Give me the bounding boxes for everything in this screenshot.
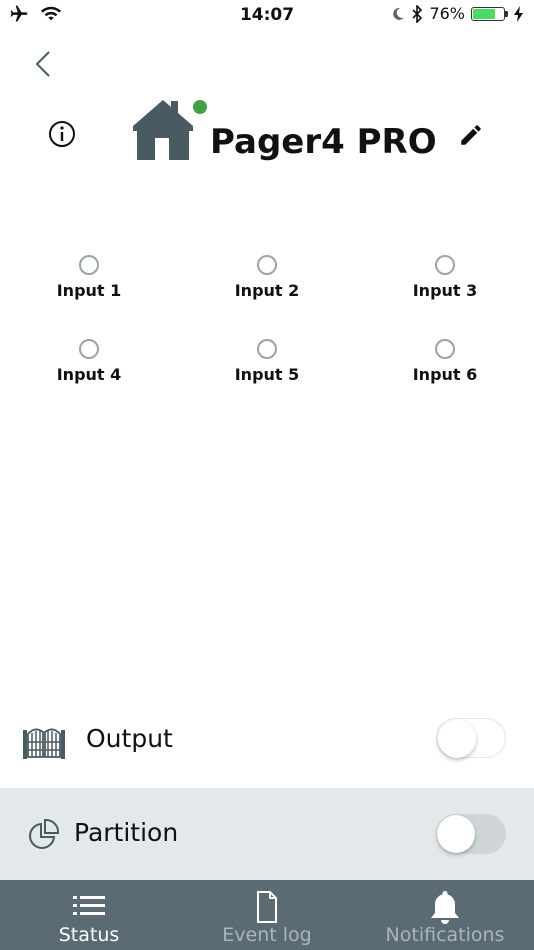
input-label: Input 1 bbox=[56, 281, 122, 300]
partition-label: Partition bbox=[74, 818, 179, 847]
battery-fill bbox=[473, 8, 495, 19]
pie-chart-icon bbox=[29, 818, 60, 849]
status-bar: 14:07 76% bbox=[0, 0, 534, 30]
output-toggle[interactable] bbox=[436, 718, 506, 758]
tab-bar: Status Event log Notifications bbox=[0, 880, 534, 950]
input-item-6[interactable]: Input 6 bbox=[385, 339, 505, 384]
input-state-indicator bbox=[79, 255, 99, 275]
tab-label: Status bbox=[58, 924, 120, 946]
output-label: Output bbox=[86, 724, 173, 753]
input-state-indicator bbox=[257, 339, 277, 359]
gate-icon bbox=[23, 728, 65, 759]
house-icon bbox=[133, 100, 193, 160]
battery-percent: 76% bbox=[429, 4, 465, 23]
back-chevron-icon[interactable] bbox=[30, 48, 58, 80]
moon-icon bbox=[393, 7, 405, 20]
pencil-edit-icon[interactable] bbox=[458, 122, 484, 148]
list-icon bbox=[73, 896, 105, 915]
status-right: 76% bbox=[391, 4, 524, 23]
online-status-dot bbox=[193, 100, 207, 114]
info-icon[interactable] bbox=[48, 120, 76, 148]
tab-notifications[interactable]: Notifications bbox=[356, 880, 534, 950]
input-item-3[interactable]: Input 3 bbox=[385, 255, 505, 300]
bluetooth-icon bbox=[412, 4, 423, 23]
partition-row: Partition bbox=[0, 788, 534, 880]
input-label: Input 5 bbox=[234, 365, 300, 384]
input-item-1[interactable]: Input 1 bbox=[29, 255, 149, 300]
tab-status[interactable]: Status bbox=[0, 880, 178, 950]
input-state-indicator bbox=[257, 255, 277, 275]
document-icon bbox=[257, 891, 277, 923]
device-name: Pager4 PRO bbox=[210, 122, 437, 162]
bell-icon bbox=[431, 891, 459, 924]
input-item-2[interactable]: Input 2 bbox=[207, 255, 327, 300]
input-label: Input 2 bbox=[234, 281, 300, 300]
input-state-indicator bbox=[79, 339, 99, 359]
tab-label: Event log bbox=[222, 924, 312, 946]
input-state-indicator bbox=[435, 339, 455, 359]
partition-toggle[interactable] bbox=[436, 814, 506, 854]
toggle-knob bbox=[438, 720, 476, 758]
charging-bolt-icon bbox=[514, 5, 523, 22]
input-item-4[interactable]: Input 4 bbox=[29, 339, 149, 384]
tab-label: Notifications bbox=[385, 924, 505, 946]
battery-icon bbox=[471, 6, 508, 21]
input-label: Input 6 bbox=[412, 365, 478, 384]
input-item-5[interactable]: Input 5 bbox=[207, 339, 327, 384]
input-state-indicator bbox=[435, 255, 455, 275]
toggle-knob bbox=[437, 815, 475, 853]
input-label: Input 3 bbox=[412, 281, 478, 300]
tab-event-log[interactable]: Event log bbox=[178, 880, 356, 950]
input-label: Input 4 bbox=[56, 365, 122, 384]
output-row: Output bbox=[0, 696, 534, 788]
